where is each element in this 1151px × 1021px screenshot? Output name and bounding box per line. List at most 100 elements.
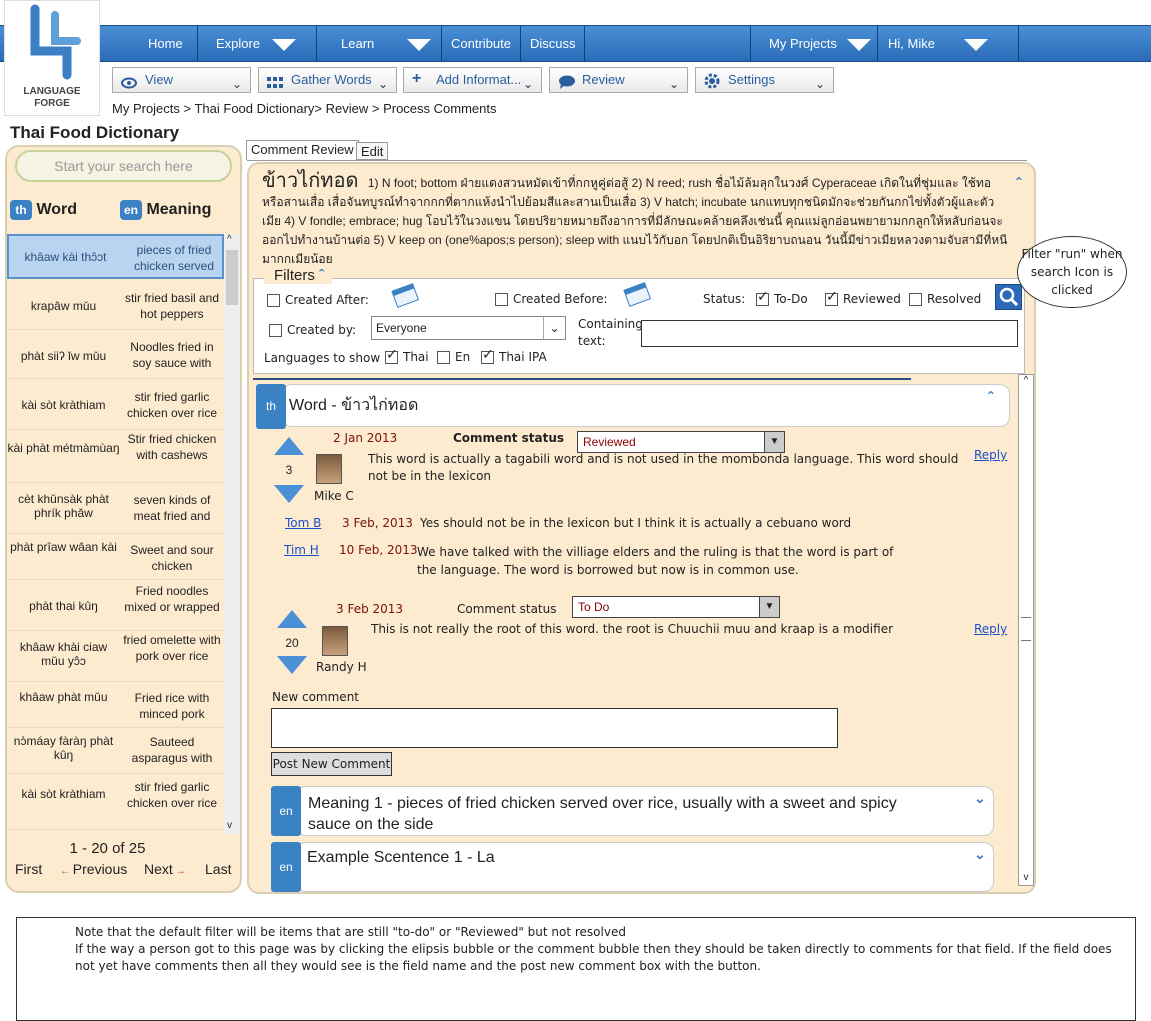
breadcrumb[interactable]: My Projects > Thai Food Dictionary> Revi… — [112, 101, 496, 116]
comments-scrollbar[interactable]: ^ v — [1018, 374, 1034, 886]
list-item[interactable]: kài sòt kràthiam stir fried garlic chicke… — [7, 775, 224, 830]
collapse-chevron-icon[interactable]: ˆ — [988, 390, 993, 408]
chevron-up-icon[interactable]: ^ — [227, 234, 232, 245]
list-item[interactable]: krapâw mǔu stir fried basil and hot peppe… — [7, 280, 224, 330]
list-item[interactable]: khâaw khài ciaw mǔu yɔ̂ɔ fried omelette w… — [7, 632, 224, 682]
nav-contribute[interactable]: Contribute — [442, 26, 521, 61]
lang-en-filter[interactable]: En — [437, 350, 470, 364]
calendar-icon[interactable] — [623, 281, 652, 307]
vote-up-icon[interactable] — [277, 610, 307, 628]
search-input[interactable]: Start your search here — [15, 150, 232, 182]
list-item[interactable]: cèt khǔnsàk phàt phrík phǎw seven kinds o… — [7, 484, 224, 534]
status-todo-filter[interactable]: To-Do — [756, 289, 808, 306]
new-comment-input[interactable] — [271, 708, 838, 748]
tab-edit[interactable]: Edit — [356, 142, 389, 160]
list-item[interactable]: kài phàt métmàmùaŋ Stir fried chicken wit… — [7, 431, 224, 483]
created-after-filter[interactable]: Created After: — [267, 293, 369, 307]
list-scrollbar[interactable] — [224, 234, 240, 834]
pager-last[interactable]: Last — [205, 861, 231, 877]
review-button[interactable]: Review ⌄ — [549, 67, 688, 93]
pager-previous[interactable]: ← Previous — [60, 861, 127, 877]
list-item[interactable]: khâaw phàt mǔu Fried rice with minced por… — [7, 683, 224, 728]
scroll-grip-icon[interactable] — [1021, 617, 1031, 641]
vote-down-icon[interactable] — [277, 656, 307, 674]
word-section-title: Word - ข้าวไก่ทอด — [289, 397, 419, 414]
chevron-down-icon[interactable]: v — [227, 820, 232, 831]
settings-button[interactable]: Settings ⌄ — [695, 67, 834, 93]
created-after-checkbox[interactable] — [267, 294, 280, 307]
list-item[interactable]: phàt siiʔ ǐw mǔu Noodles fried in soy sau… — [7, 331, 224, 379]
arrow-right-icon: → — [172, 866, 186, 877]
status-reviewed-filter[interactable]: Reviewed — [825, 289, 901, 306]
list-item[interactable]: khâaw kài thɔ̂ɔt pieces of fried chicken … — [7, 234, 224, 279]
chevron-up-icon[interactable]: ^ — [1019, 375, 1033, 386]
list-item[interactable]: phàt thai kûŋ Fried noodles mixed or wrap… — [7, 581, 224, 631]
comment-status-value: Reviewed — [583, 435, 636, 449]
comment-status-select[interactable]: To Do ▼ — [572, 596, 780, 618]
chevron-down-icon: ⌄ — [377, 77, 388, 91]
created-after-label: Created After: — [285, 293, 369, 307]
lang-en-checkbox[interactable] — [437, 351, 450, 364]
lang-badge-en: en — [271, 842, 301, 892]
add-information-button[interactable]: + Add Informat... ⌄ — [403, 67, 542, 93]
nav-discuss-label: Discuss — [530, 36, 576, 51]
nav-my-projects[interactable]: My Projects — [750, 26, 878, 61]
dropdown-arrow-icon: ▼ — [764, 432, 784, 452]
reply-author[interactable]: Tom B — [285, 516, 321, 530]
status-resolved-checkbox[interactable] — [909, 293, 922, 306]
lang-ipa-filter[interactable]: Thai IPA — [481, 347, 547, 364]
chevron-down-icon[interactable]: v — [1019, 872, 1033, 883]
vote-down-icon[interactable] — [274, 485, 304, 503]
comment-date: 2 Jan 2013 — [333, 431, 398, 445]
status-todo-checkbox[interactable] — [756, 289, 769, 306]
eye-icon — [121, 73, 137, 89]
created-before-filter[interactable]: Created Before: — [495, 292, 608, 306]
created-by-select[interactable]: Everyone ⌄ — [371, 316, 566, 340]
expand-chevron-icon[interactable]: ⌄ — [974, 790, 986, 807]
gather-words-button[interactable]: Gather Words ⌄ — [258, 67, 397, 93]
nav-explore[interactable]: Explore — [198, 26, 317, 61]
search-icon[interactable] — [995, 284, 1022, 310]
list-item-meaning: Noodles fried in soy sauce with — [130, 340, 214, 370]
comment-text: This word is actually a tagabili word an… — [368, 452, 959, 483]
chevron-down-icon — [407, 39, 431, 51]
status-label: Status: — [703, 292, 746, 306]
pager-next[interactable]: Next → — [144, 861, 186, 877]
lang-thai-checkbox[interactable] — [385, 347, 398, 364]
lang-thai-filter[interactable]: Thai — [385, 347, 429, 364]
comment-status-select[interactable]: Reviewed ▼ — [577, 431, 785, 453]
pager-first[interactable]: First — [15, 861, 42, 877]
status-reviewed-checkbox[interactable] — [825, 289, 838, 306]
list-scroll-thumb[interactable] — [226, 250, 238, 305]
word-column-header[interactable]: th Word — [10, 200, 77, 220]
created-before-checkbox[interactable] — [495, 293, 508, 306]
nav-learn[interactable]: Learn — [317, 26, 442, 61]
created-by-value: Everyone — [376, 321, 427, 335]
created-by-checkbox[interactable] — [269, 324, 282, 337]
containing-text-input[interactable] — [641, 320, 1018, 347]
reply-link[interactable]: Reply — [974, 622, 1007, 636]
meaning-column-header[interactable]: en Meaning — [120, 200, 211, 220]
tab-comment-review[interactable]: Comment Review — [246, 140, 359, 160]
reply-author[interactable]: Tim H — [284, 543, 319, 557]
list-item[interactable]: nɔ̀máay fàràŋ phàt kûŋ Sauteed asparagus … — [7, 729, 224, 774]
nav-home[interactable]: Home — [130, 26, 198, 61]
vote-up-icon[interactable] — [274, 437, 304, 455]
sub-nav: View ⌄ Gather Words ⌄ + Add Informat... ⌄ R… — [100, 62, 1151, 96]
calendar-icon[interactable] — [391, 282, 420, 308]
collapse-chevron-icon[interactable]: ˆ — [1016, 176, 1021, 194]
logo[interactable]: LANGUAGE FORGE — [4, 0, 100, 116]
expand-chevron-icon[interactable]: ⌄ — [974, 846, 986, 863]
lang-ipa-checkbox[interactable] — [481, 347, 494, 364]
status-resolved-filter[interactable]: Resolved — [909, 292, 981, 306]
nav-user-menu[interactable]: Hi, Mike — [878, 26, 1019, 61]
nav-discuss[interactable]: Discuss — [521, 26, 585, 61]
post-comment-button[interactable]: Post New Comment — [271, 752, 392, 776]
filters-title[interactable]: Filters ˆ — [264, 267, 333, 284]
created-by-filter[interactable]: Created by: — [269, 323, 356, 337]
list-item[interactable]: phàt prîaw wǎan kài Sweet and sour chicke… — [7, 535, 224, 580]
list-item[interactable]: kài sòt kràthiam stir fried garlic chicke… — [7, 380, 224, 430]
top-nav: Home Explore Learn Contribute Discuss My… — [0, 25, 1151, 62]
view-button[interactable]: View ⌄ — [112, 67, 251, 93]
reply-link[interactable]: Reply — [974, 448, 1007, 462]
